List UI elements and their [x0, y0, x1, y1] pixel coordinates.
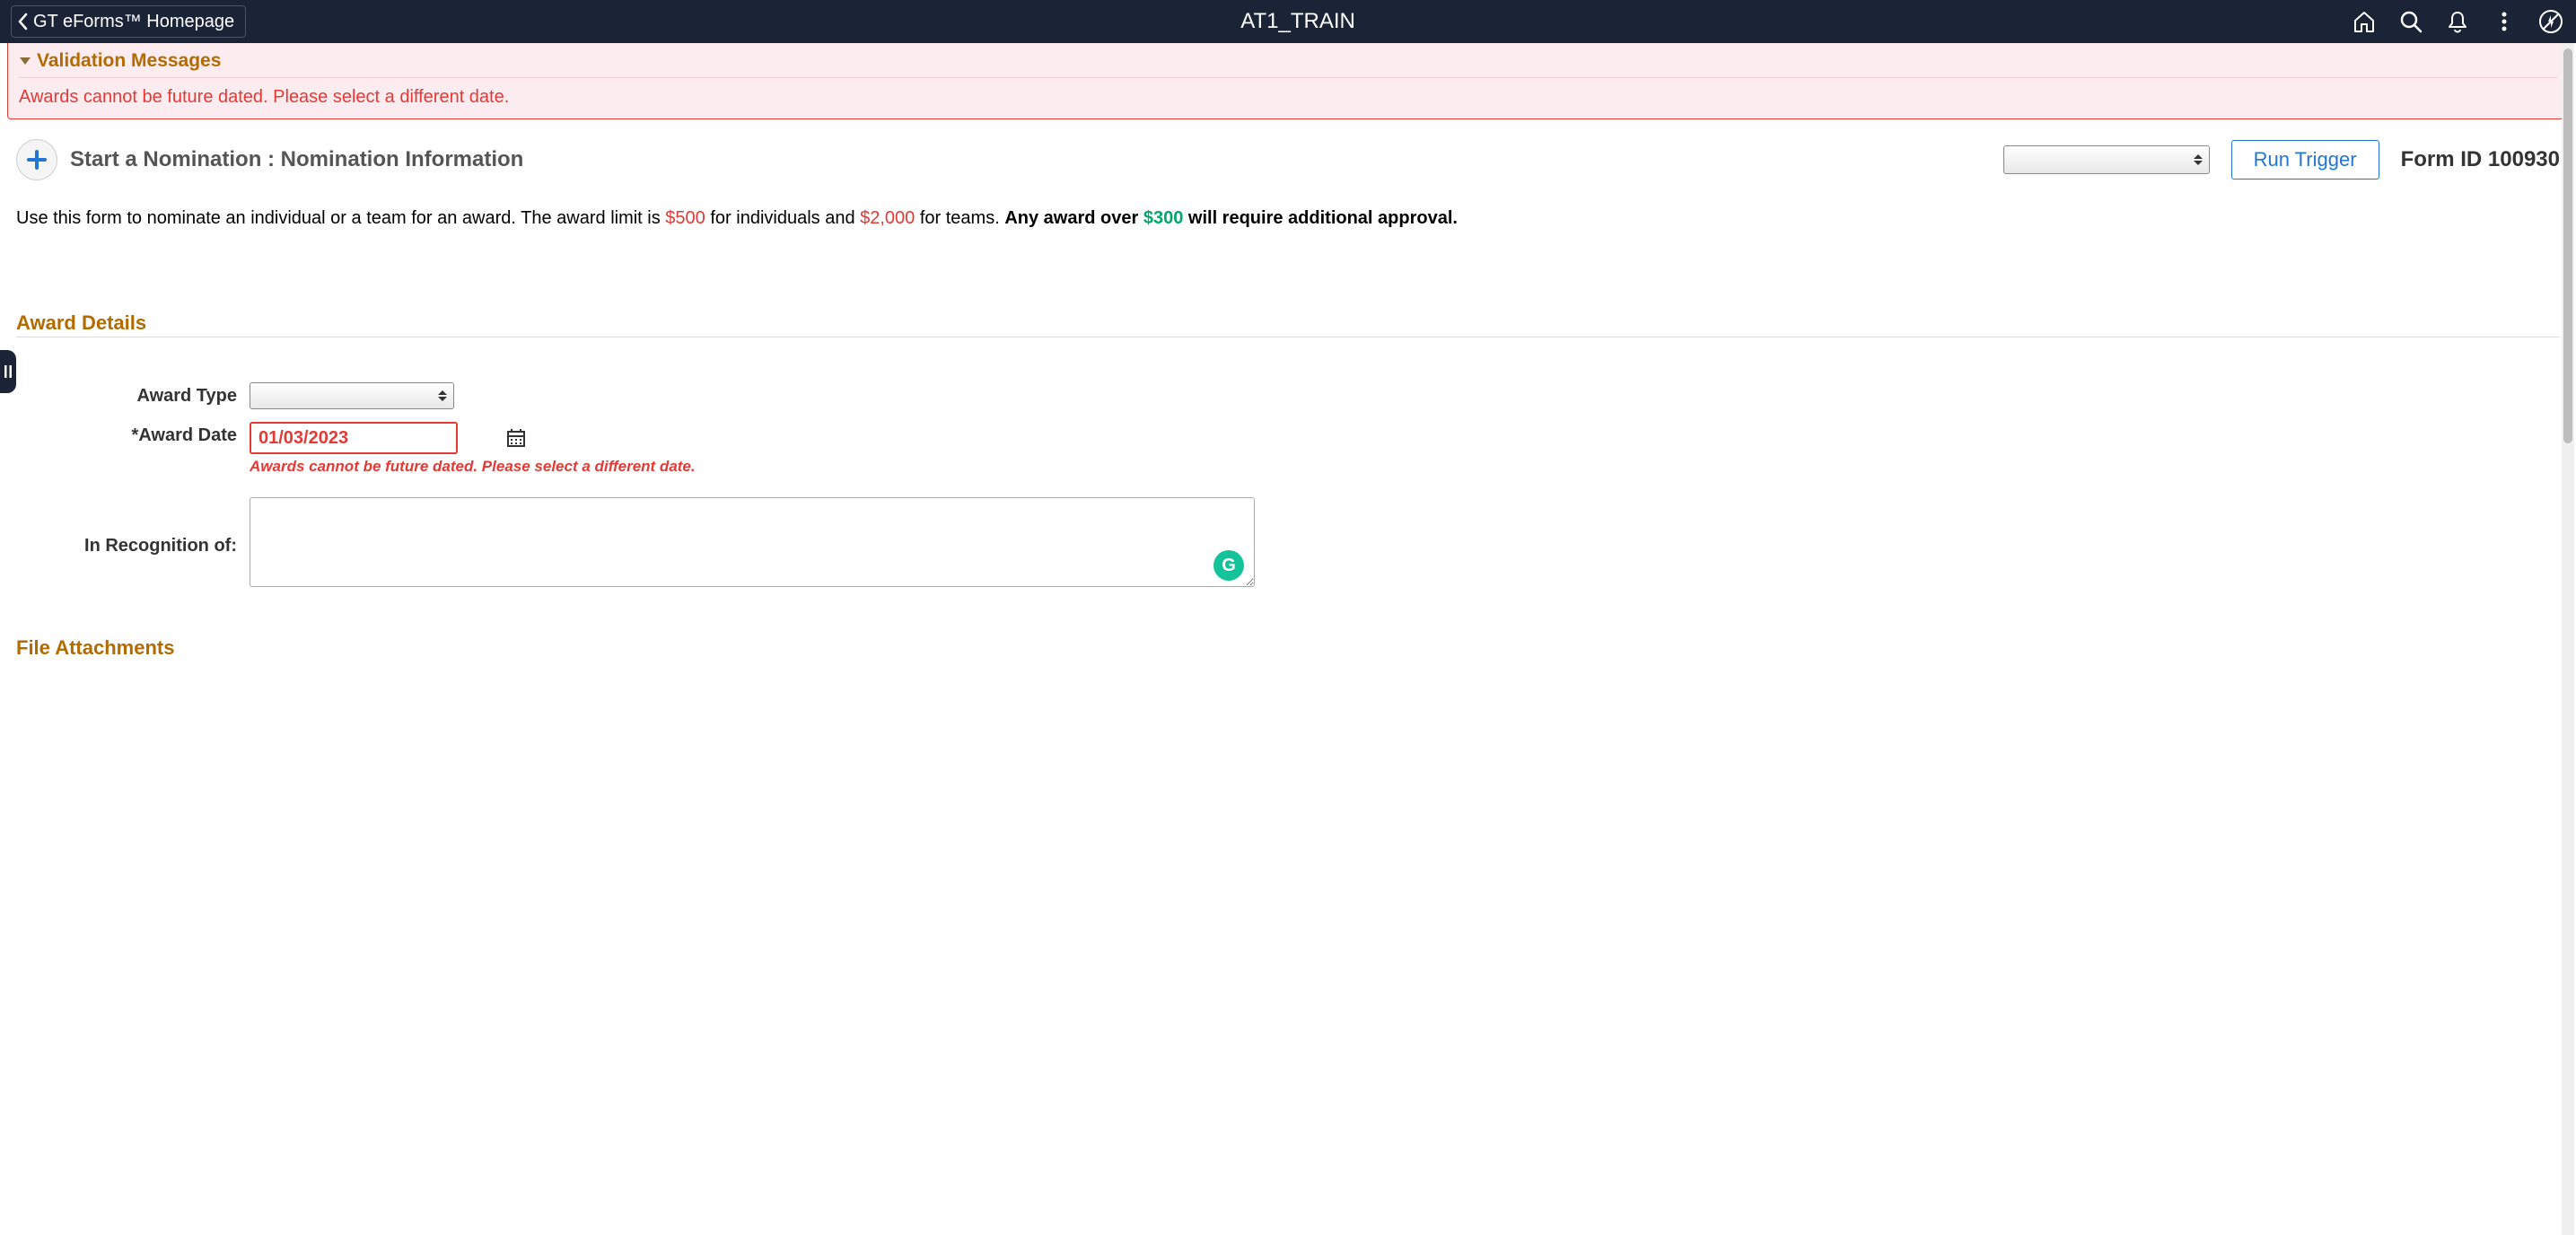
scrollbar-thumb[interactable] [2563, 48, 2572, 443]
triangle-down-icon [19, 56, 31, 66]
intro-part2: for individuals and [705, 208, 860, 228]
field-row-recognition: In Recognition of: G [16, 497, 2560, 591]
grammarly-icon[interactable]: G [1214, 550, 1244, 581]
form-title: Start a Nomination : Nomination Informat… [70, 147, 523, 172]
page-title: AT1_TRAIN [1240, 9, 1355, 34]
run-trigger-button[interactable]: Run Trigger [2231, 140, 2379, 180]
bell-icon[interactable] [2443, 7, 2472, 36]
side-expand-tab[interactable] [0, 350, 16, 393]
calendar-button[interactable] [506, 424, 526, 452]
kebab-menu-icon[interactable] [2490, 7, 2519, 36]
intro-bold2: will require additional approval. [1183, 208, 1458, 228]
award-type-select-wrapper [250, 382, 454, 409]
award-date-label: *Award Date [16, 422, 250, 446]
validation-header[interactable]: Validation Messages [19, 50, 2557, 78]
intro-part1: Use this form to nominate an individual … [16, 208, 665, 228]
form-header-row: Start a Nomination : Nomination Informat… [16, 139, 2560, 180]
award-date-input-wrapper [250, 422, 458, 454]
field-row-award-type: Award Type [16, 382, 2560, 409]
content-wrapper: Validation Messages Awards cannot be fut… [0, 43, 2576, 674]
back-button-label: GT eForms™ Homepage [33, 12, 234, 32]
award-date-input[interactable] [251, 428, 506, 449]
validation-message: Awards cannot be future dated. Please se… [19, 87, 2557, 108]
home-icon[interactable] [2350, 7, 2379, 36]
amount-threshold: $300 [1143, 208, 1184, 228]
trigger-select-wrapper [2003, 145, 2210, 174]
chevron-left-icon [17, 13, 30, 31]
plus-icon [26, 149, 48, 171]
calendar-icon [506, 428, 526, 448]
header-left: GT eForms™ Homepage [11, 5, 246, 38]
header-right [2350, 7, 2565, 36]
back-button[interactable]: GT eForms™ Homepage [11, 5, 246, 38]
field-row-award-date: *Award Date Awards cannot be future date… [16, 422, 2560, 476]
vertical-scrollbar[interactable] [2562, 43, 2574, 1235]
recognition-label: In Recognition of: [16, 532, 250, 556]
add-button[interactable] [16, 139, 57, 180]
pause-bars-icon [4, 363, 13, 380]
intro-text: Use this form to nominate an individual … [16, 206, 2560, 231]
validation-title: Validation Messages [37, 50, 221, 72]
form-id: Form ID 100930 [2401, 147, 2560, 172]
amount-team: $2,000 [860, 208, 915, 228]
recognition-textarea[interactable] [250, 497, 1255, 587]
trigger-select[interactable] [2003, 145, 2210, 174]
recognition-wrapper: G [250, 497, 1255, 591]
main-content: Start a Nomination : Nomination Informat… [0, 127, 2576, 674]
intro-part3: for teams. [915, 208, 1004, 228]
award-date-field-group: Awards cannot be future dated. Please se… [250, 422, 696, 476]
form-id-value: 100930 [2488, 147, 2560, 171]
search-icon[interactable] [2396, 7, 2425, 36]
amount-individual: $500 [665, 208, 705, 228]
award-type-label: Award Type [16, 382, 250, 407]
compass-icon[interactable] [2537, 7, 2565, 36]
award-type-select[interactable] [250, 382, 454, 409]
form-header-right: Run Trigger Form ID 100930 [2003, 140, 2560, 180]
section-file-attachments: File Attachments [16, 636, 2560, 661]
form-header-left: Start a Nomination : Nomination Informat… [16, 139, 523, 180]
section-award-details: Award Details [16, 311, 2560, 337]
app-header: GT eForms™ Homepage AT1_TRAIN [0, 0, 2576, 43]
award-date-error: Awards cannot be future dated. Please se… [250, 458, 696, 476]
intro-bold1: Any award over [1004, 208, 1143, 228]
validation-messages-panel: Validation Messages Awards cannot be fut… [7, 43, 2569, 119]
form-id-label: Form ID [2401, 147, 2483, 171]
